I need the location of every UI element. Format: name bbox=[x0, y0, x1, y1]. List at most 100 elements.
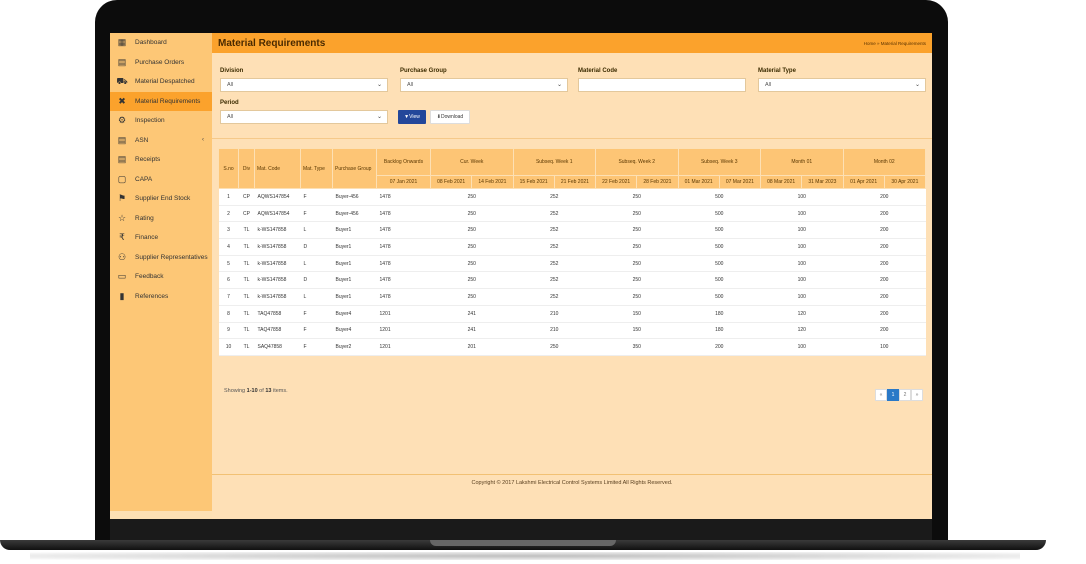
cell-mat-code: SAQ47858 bbox=[254, 338, 301, 356]
download-button[interactable]: ⬇Download bbox=[430, 110, 470, 124]
sidebar-item-dashboard[interactable]: ▦ Dashboard bbox=[110, 33, 212, 53]
footer-copyright: Copyright © 2017 Lakshmi Electrical Cont… bbox=[471, 480, 673, 486]
material-type-select[interactable]: All ⌄ bbox=[758, 78, 926, 92]
cell-subseq-week-1: 210 bbox=[513, 305, 596, 323]
cell-cur-week: 250 bbox=[430, 271, 513, 290]
page-1-button[interactable]: 1 bbox=[887, 389, 899, 401]
tools-icon: ✖ bbox=[118, 95, 126, 106]
division-select[interactable]: All ⌄ bbox=[220, 78, 388, 92]
cell-cur-week: 250 bbox=[430, 221, 513, 240]
cell-mat-type: D bbox=[300, 238, 333, 256]
cell-cur-week: 250 bbox=[430, 288, 513, 306]
material-code-label: Material Code bbox=[578, 68, 618, 74]
chevron-left-icon[interactable]: ‹ bbox=[202, 137, 204, 143]
cell-mat-type: F bbox=[300, 305, 333, 323]
cell-div: TL bbox=[238, 238, 255, 256]
table-row[interactable]: 10 TL SAQ47858 F Buyer2 1201 201 250 350 200 100 10… bbox=[218, 338, 926, 356]
col-mat-type[interactable]: Mat. Type bbox=[300, 148, 333, 189]
sidebar-item-label: Material Requirements bbox=[135, 97, 201, 105]
date-cell: 14 Feb 2021 bbox=[471, 175, 514, 189]
cell-mat-type: F bbox=[300, 205, 333, 223]
col-backlog[interactable]: Backlog Onwards bbox=[376, 148, 431, 176]
col-subseq-week-2[interactable]: Subseq. Week 2 bbox=[595, 148, 679, 176]
table-row[interactable]: 6 TL k-WS147858 D Buyer1 1478 250 252 250 500 100 2… bbox=[218, 271, 926, 290]
sidebar-item-label: ASN bbox=[135, 136, 149, 144]
division-value: All bbox=[227, 82, 234, 88]
sidebar-item-supplier-representatives[interactable]: ⚇ Supplier Representatives bbox=[110, 248, 212, 268]
sidebar-item-rating[interactable]: ☆ Rating bbox=[110, 209, 212, 229]
sidebar-item-label: Rating bbox=[135, 214, 154, 222]
table-row[interactable]: 3 TL k-WS147858 L Buyer1 1478 250 252 250 500 100 2… bbox=[218, 221, 926, 240]
date-cell: 15 Feb 2021 bbox=[512, 175, 555, 189]
sidebar-item-finance[interactable]: ₹ Finance bbox=[110, 228, 212, 248]
table-row[interactable]: 5 TL k-WS147858 L Buyer1 1478 250 252 250 500 100 2… bbox=[218, 255, 926, 273]
col-sno[interactable]: S.no bbox=[218, 148, 239, 189]
sidebar-item-label: Inspection bbox=[135, 117, 165, 125]
sidebar-item-asn[interactable]: ▤ ASN ‹ bbox=[110, 131, 212, 151]
period-value: All bbox=[227, 114, 234, 120]
division-label: Division bbox=[220, 68, 244, 74]
col-mat-code[interactable]: Mat. Code bbox=[254, 148, 301, 189]
table-row[interactable]: 2 CP AQWS147854 F Buyer-456 1478 250 252 250 500 1… bbox=[218, 205, 926, 223]
table-row[interactable]: 8 TL TAQ47858 F Buyer4 1201 241 210 150 180 120 200 bbox=[218, 305, 926, 323]
clipboard-icon: ▢ bbox=[117, 173, 127, 184]
breadcrumb[interactable]: Home » Material Requirements bbox=[864, 41, 926, 46]
cell-subseq-week-2: 250 bbox=[595, 288, 678, 306]
sidebar-item-feedback[interactable]: ▭ Feedback bbox=[110, 267, 212, 287]
cell-sno: 3 bbox=[218, 221, 239, 240]
col-div[interactable]: Div bbox=[238, 148, 255, 189]
cell-mat-type: F bbox=[300, 188, 333, 206]
sidebar-item-label: Receipts bbox=[135, 156, 161, 164]
table-row[interactable]: 4 TL k-WS147858 D Buyer1 1478 250 252 250 500 100 2… bbox=[218, 238, 926, 256]
cell-month-01: 100 bbox=[760, 338, 843, 356]
table-row[interactable]: 9 TL TAQ47858 F Buyer4 1201 241 210 150 180 120 200 bbox=[218, 322, 926, 340]
table-row[interactable]: 7 TL k-WS147858 L Buyer1 1478 250 252 250 500 100 2… bbox=[218, 288, 926, 306]
period-select[interactable]: All ⌄ bbox=[220, 110, 388, 124]
cell-purchase-group: Buyer1 bbox=[332, 271, 377, 290]
col-purchase-group[interactable]: Purchase Group bbox=[332, 148, 377, 189]
cell-purchase-group: Buyer1 bbox=[332, 221, 377, 240]
cell-mat-type: L bbox=[300, 221, 333, 240]
cell-cur-week: 250 bbox=[430, 238, 513, 256]
books-icon: ▮ bbox=[119, 290, 125, 301]
page-next-button[interactable]: » bbox=[911, 389, 923, 401]
cell-subseq-week-1: 252 bbox=[513, 271, 596, 290]
view-button[interactable]: ▼View bbox=[398, 110, 426, 124]
sidebar-item-material-requirements[interactable]: ✖ Material Requirements bbox=[110, 91, 212, 111]
cell-month-02: 200 bbox=[843, 221, 926, 240]
cell-subseq-week-3: 500 bbox=[678, 221, 761, 240]
material-code-input[interactable] bbox=[578, 78, 746, 92]
truck-icon: ⛟ bbox=[116, 75, 128, 86]
star-icon: ☆ bbox=[117, 212, 127, 223]
page-prev-button[interactable]: « bbox=[875, 389, 887, 401]
col-month-01[interactable]: Month 01 bbox=[760, 148, 844, 176]
cell-sno: 7 bbox=[218, 288, 239, 306]
col-month-02[interactable]: Month 02 bbox=[842, 148, 926, 176]
laptop-chin bbox=[110, 519, 932, 540]
col-subseq-week-1[interactable]: Subseq. Week 1 bbox=[512, 148, 596, 176]
date-cell: 08 Feb 2021 bbox=[429, 175, 473, 189]
cell-subseq-week-2: 350 bbox=[595, 338, 678, 356]
chevron-down-icon: ⌄ bbox=[556, 82, 562, 88]
purchase-group-select[interactable]: All ⌄ bbox=[400, 78, 568, 92]
sidebar-item-material-despatched[interactable]: ⛟ Material Despatched bbox=[110, 72, 212, 92]
sidebar-item-supplier-end-stock[interactable]: ⚑ Supplier End Stock bbox=[110, 189, 212, 209]
sidebar-item-references[interactable]: ▮ References bbox=[110, 287, 212, 307]
sidebar-item-purchase-orders[interactable]: ▤ Purchase Orders bbox=[110, 53, 212, 73]
cell-purchase-group: Buyer1 bbox=[332, 255, 377, 273]
cell-month-02: 200 bbox=[843, 288, 926, 306]
cell-cur-week: 250 bbox=[430, 188, 513, 206]
sidebar-item-label: References bbox=[135, 292, 169, 300]
showing-range: 1-10 bbox=[246, 388, 258, 394]
col-cur-week[interactable]: Cur. Week bbox=[430, 148, 514, 176]
table-row[interactable]: 1 CP AQWS147854 F Buyer-456 1478 250 252 250 500 1… bbox=[218, 188, 926, 206]
cell-subseq-week-2: 250 bbox=[595, 205, 678, 223]
sidebar-item-receipts[interactable]: ▤ Receipts bbox=[110, 150, 212, 170]
col-subseq-week-3[interactable]: Subseq. Week 3 bbox=[677, 148, 761, 176]
cell-subseq-week-1: 252 bbox=[513, 188, 596, 206]
sidebar-item-inspection[interactable]: ⚙ Inspection bbox=[110, 111, 212, 131]
sidebar-item-capa[interactable]: ▢ CAPA bbox=[110, 170, 212, 190]
cell-subseq-week-1: 250 bbox=[513, 338, 596, 356]
page-2-button[interactable]: 2 bbox=[899, 389, 911, 401]
material-type-label: Material Type bbox=[758, 68, 796, 74]
